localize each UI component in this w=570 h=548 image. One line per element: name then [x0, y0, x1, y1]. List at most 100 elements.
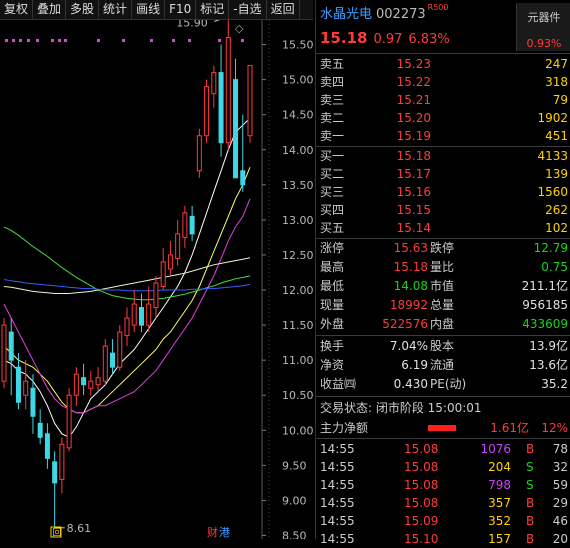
order-volume: 318: [545, 75, 568, 89]
fundamental-label: 换手: [320, 339, 345, 353]
statistics-button[interactable]: 统计: [99, 0, 133, 19]
event-dot: [36, 39, 39, 42]
stat-value: 522576: [382, 317, 428, 331]
candle-body: [117, 331, 123, 368]
bid-row[interactable]: 买五 15.14 102: [316, 219, 570, 237]
order-price: 15.19: [396, 129, 431, 143]
candle-body: [160, 261, 166, 288]
order-price: 15.23: [396, 57, 431, 71]
order-volume: 102: [545, 221, 568, 235]
order-price: 15.16: [396, 185, 431, 199]
remove-watchlist-button[interactable]: -自选: [229, 0, 267, 19]
last-price: 15.18: [320, 29, 368, 47]
bid-row[interactable]: 买四 15.15 262: [316, 201, 570, 219]
tick-volume: 798: [488, 478, 511, 492]
candle-body: [182, 212, 188, 238]
order-label: 卖五: [320, 57, 345, 71]
candle-body: [233, 79, 239, 179]
y-tick-label: 8.50: [282, 529, 307, 539]
stat-label: 涨停: [320, 241, 345, 255]
tick-time: 14:55: [320, 478, 355, 492]
ask-row[interactable]: 卖二 15.20 1902: [316, 109, 570, 127]
fundamental-value: 13.6亿: [529, 358, 568, 372]
sector-box[interactable]: 元器件 0.93%: [516, 3, 570, 51]
tick-time: 14:55: [320, 514, 355, 528]
fundamental-value: 7.04%: [389, 339, 428, 353]
order-label: 卖三: [320, 93, 345, 107]
event-dot: [12, 39, 15, 42]
ask-row[interactable]: 卖五 15.23 247: [316, 55, 570, 73]
tick-side: B: [526, 514, 535, 528]
order-volume: 4133: [537, 149, 568, 163]
tick-side: B: [526, 442, 535, 456]
event-dot: [58, 39, 61, 42]
tick-volume: 1076: [480, 442, 511, 456]
back-button[interactable]: 返回: [267, 0, 300, 19]
fundamental-value: 35.2: [541, 377, 568, 391]
bid-row[interactable]: 买三 15.16 1560: [316, 183, 570, 201]
candle-body: [15, 366, 21, 403]
order-volume: 1902: [537, 111, 568, 125]
overlay-button[interactable]: 叠加: [33, 0, 67, 19]
fuquan-button[interactable]: 复权: [0, 0, 34, 19]
fundamental-value: 6.19: [401, 358, 428, 372]
candle-body: [175, 233, 181, 259]
f10-button[interactable]: F10: [165, 0, 197, 19]
price-line: 15.18 0.97 6.83%: [320, 29, 450, 47]
chart-grid: [261, 20, 270, 539]
mark-button[interactable]: 标记: [196, 0, 230, 19]
tick-side: B: [526, 496, 535, 510]
candle-body: [44, 433, 50, 459]
y-tick-label: 9.50: [282, 459, 307, 472]
candle-body: [102, 345, 108, 382]
order-price: 15.17: [396, 167, 431, 181]
price-axis: 15.50 15.00 14.50 14.00 13.50 13.00 12.50 12.00…: [262, 39, 313, 539]
high-pointer: [214, 20, 220, 22]
low-label: 8.61: [67, 522, 92, 535]
divider: [316, 53, 570, 54]
event-dot: [172, 39, 175, 42]
stat-value: 15.18: [393, 260, 428, 274]
candle-body: [218, 72, 224, 144]
fundamental-label: 流通: [430, 358, 455, 372]
bid-row[interactable]: 买二 15.17 139: [316, 165, 570, 183]
candle-body: [66, 394, 72, 449]
tick-volume: 357: [488, 496, 511, 510]
candle-body: [95, 377, 101, 386]
order-label: 买三: [320, 185, 345, 199]
stat-label: 市值: [430, 279, 455, 293]
order-volume: 139: [545, 167, 568, 181]
tick-side: S: [526, 478, 534, 492]
order-label: 卖二: [320, 111, 345, 125]
order-label: 买二: [320, 167, 345, 181]
y-tick-label: 10.00: [282, 424, 313, 437]
quote-panel: 水晶光电 002273 R500 15.18 0.97 6.83% 元器件 0.93% …: [315, 0, 570, 546]
stat-row: 现量 18992 总量 956185: [316, 296, 570, 314]
y-tick-label: 12.00: [282, 284, 313, 297]
stat-label: 跌停: [430, 241, 455, 255]
stat-value: 0.75: [541, 260, 568, 274]
tick-count: 32: [552, 460, 568, 474]
candle-body: [189, 215, 195, 235]
tick-price: 15.08: [404, 442, 439, 456]
candle-body: [81, 377, 87, 386]
candle-body: [138, 307, 144, 326]
stock-name[interactable]: 水晶光电: [320, 7, 372, 22]
multi-stock-button[interactable]: 多股: [66, 0, 100, 19]
ask-row[interactable]: 卖一 15.19 451: [316, 127, 570, 145]
ask-row[interactable]: 卖四 15.22 318: [316, 73, 570, 91]
y-tick-label: 10.50: [282, 389, 313, 402]
fundamental-row: 净资 6.19 流通 13.6亿: [316, 356, 570, 374]
bid-row[interactable]: 买一 15.18 4133: [316, 147, 570, 165]
kline-chart[interactable]: 15.50 15.00 14.50 14.00 13.50 13.00 12.50 12.00…: [0, 20, 313, 539]
order-price: 15.14: [396, 221, 431, 235]
candle-body: [196, 135, 202, 172]
order-price: 15.18: [396, 149, 431, 163]
stat-value: 14.08: [393, 279, 428, 293]
candle-body: [37, 422, 43, 438]
divider: [316, 396, 570, 397]
draw-line-button[interactable]: 画线: [132, 0, 166, 19]
stat-label: 内盘: [430, 317, 455, 331]
ask-row[interactable]: 卖三 15.21 79: [316, 91, 570, 109]
tick-price: 15.08: [404, 460, 439, 474]
